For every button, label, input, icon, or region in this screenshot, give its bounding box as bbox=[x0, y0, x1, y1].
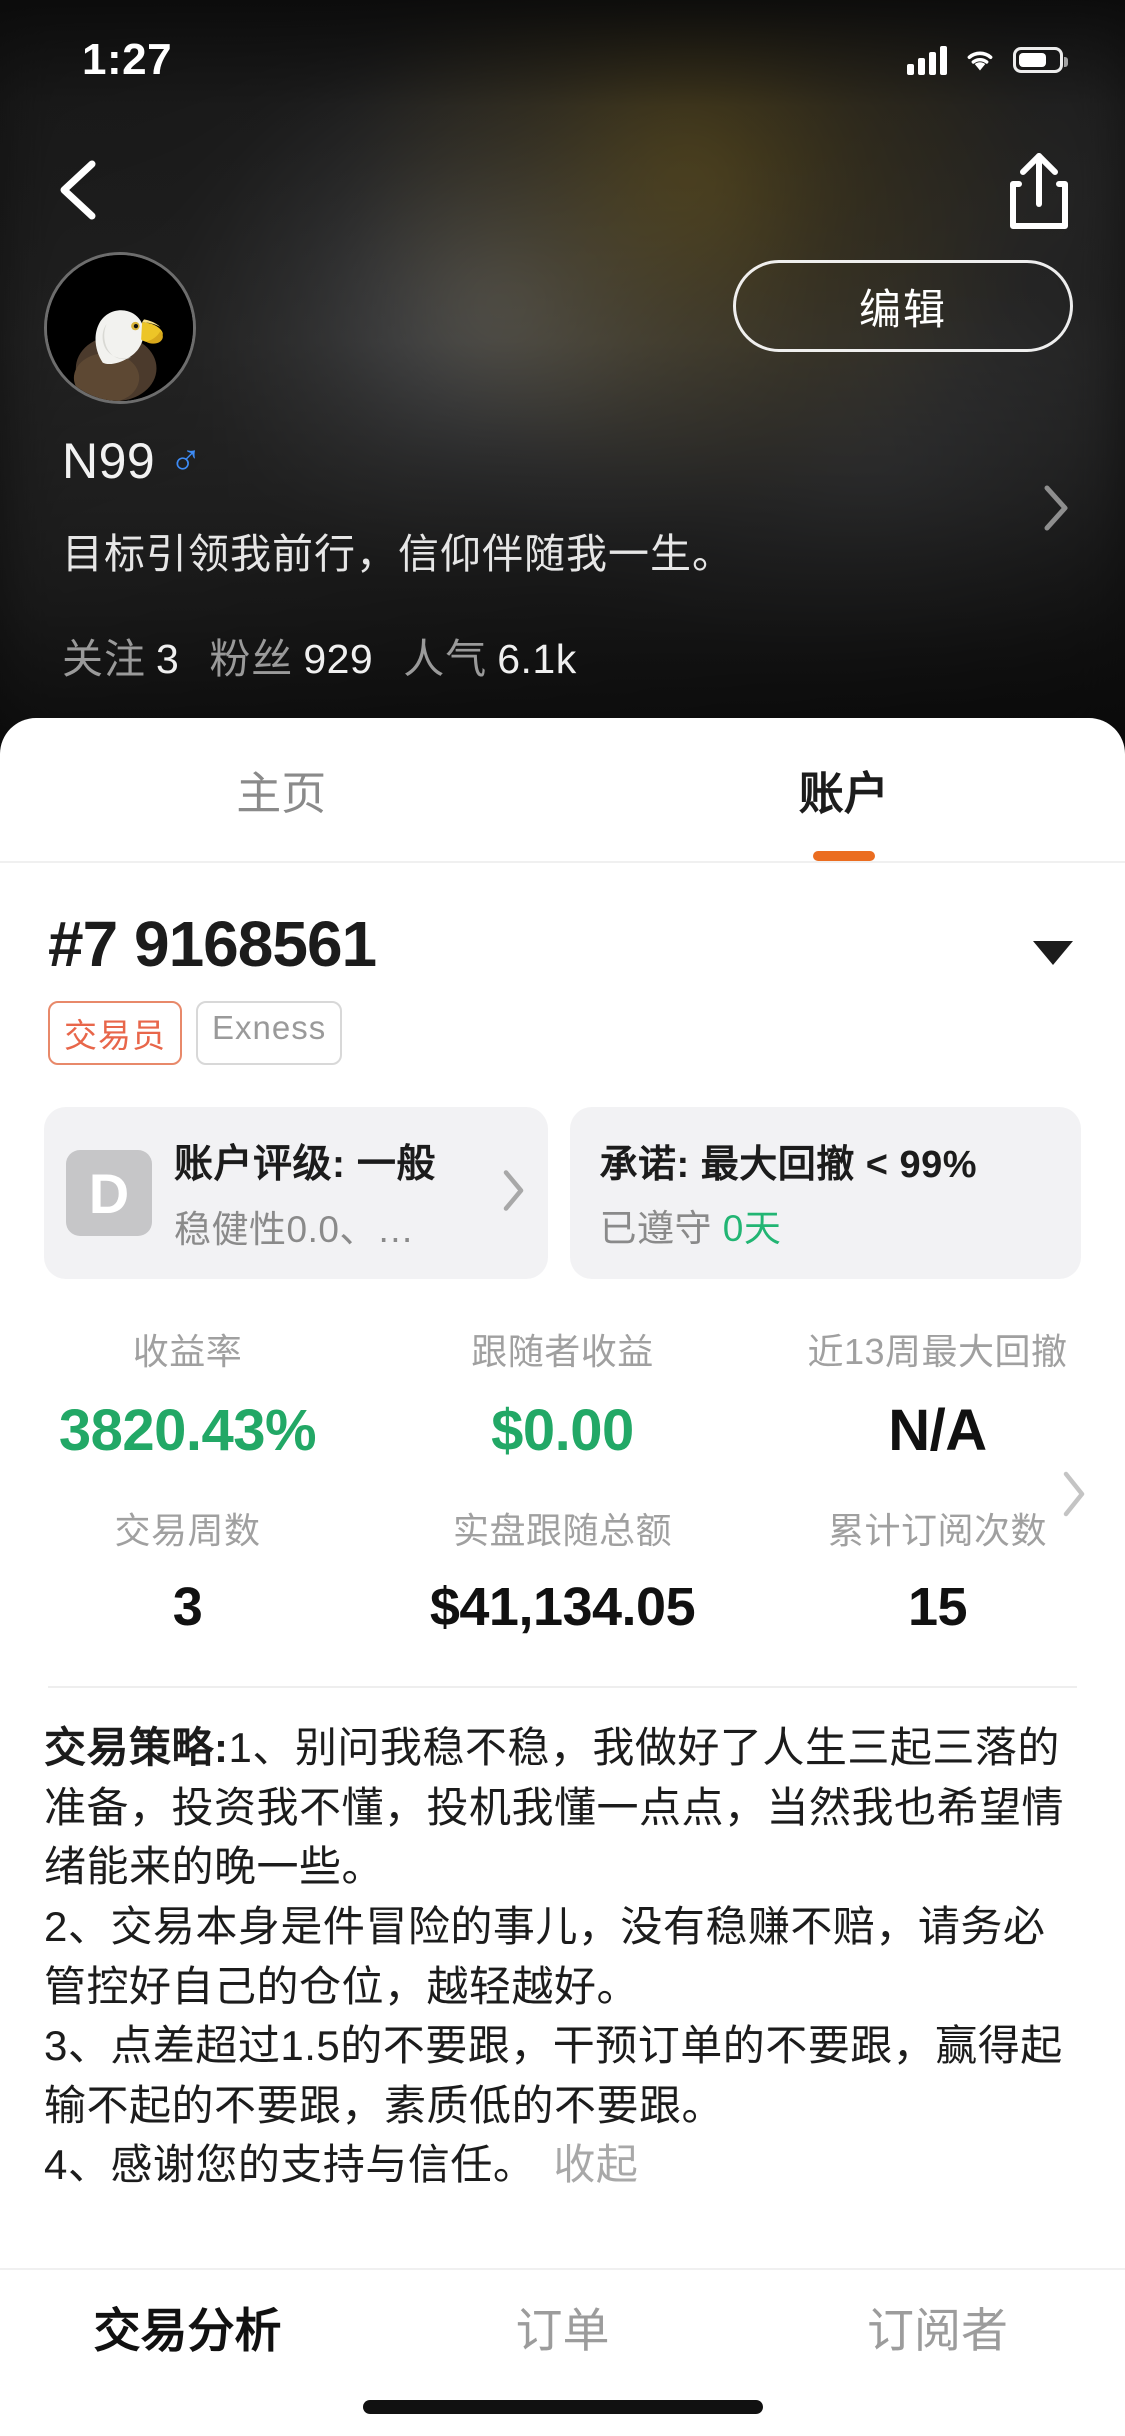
strategy-heading: 交易策略: bbox=[44, 1724, 229, 1771]
account-sheet: 主页 账户 #7 9168561 交易员 Exness D 账户评级: 一般 稳… bbox=[0, 718, 1125, 2436]
strategy-line-3: 3、点差超过1.5的不要跟，干预订单的不要跟，赢得起输不起的不要跟，素质低的不要… bbox=[44, 2022, 1063, 2129]
stat-value-popularity: 6.1k bbox=[497, 636, 577, 682]
metric-total-subscriptions-value: 15 bbox=[907, 1577, 968, 1637]
metric-max-drawdown-value: N/A bbox=[888, 1398, 987, 1463]
tab-home-label: 主页 bbox=[236, 768, 327, 819]
share-icon[interactable] bbox=[1001, 148, 1077, 234]
battery-icon bbox=[1013, 47, 1068, 73]
profile-screen: 1:27 编辑 N99 ♂ 目标引领我前行，信仰伴随我一生。 关注 3 粉丝 9… bbox=[0, 0, 1125, 2436]
profile-stats[interactable]: 关注 3 粉丝 929 人气 6.1k bbox=[62, 625, 577, 685]
account-cards: D 账户评级: 一般 稳健性0.0、… 承诺: 最大回撤 < 99% 已遵守 0… bbox=[0, 1065, 1125, 1279]
tab-home[interactable]: 主页 bbox=[0, 718, 563, 861]
account-metrics[interactable]: 收益率 3820.43% 跟随者收益 $0.00 近13周最大回撤 N/A 交易… bbox=[0, 1279, 1125, 1638]
back-chevron-icon[interactable] bbox=[40, 150, 120, 230]
profile-detail-chevron-icon[interactable] bbox=[1037, 482, 1073, 539]
badge-trader: 交易员 bbox=[48, 1001, 182, 1065]
account-badges: 交易员 Exness bbox=[48, 1001, 1077, 1065]
metric-total-follow-amount-value: $41,134.05 bbox=[429, 1577, 696, 1637]
gender-male-icon: ♂ bbox=[169, 436, 203, 485]
rating-card-text: 账户评级: 一般 稳健性0.0、… bbox=[174, 1133, 436, 1253]
metric-return-rate-value: 3820.43% bbox=[58, 1398, 317, 1463]
promise-card-days: 0天 bbox=[722, 1208, 782, 1249]
metrics-row-secondary: 交易周数 3 实盘跟随总额 $41,134.05 累计订阅次数 15 bbox=[0, 1502, 1125, 1638]
profile-bio: 目标引领我前行，信仰伴随我一生。 bbox=[62, 531, 734, 577]
home-indicator bbox=[362, 2400, 763, 2414]
content-tab-subscribers[interactable]: 订阅者 bbox=[750, 2270, 1125, 2436]
content-tab-subscribers-label: 订阅者 bbox=[867, 2304, 1008, 2357]
promise-card[interactable]: 承诺: 最大回撤 < 99% 已遵守 0天 bbox=[569, 1107, 1081, 1279]
account-number: #7 9168561 bbox=[48, 908, 377, 980]
tab-active-underline bbox=[812, 851, 875, 861]
status-icons bbox=[907, 45, 1068, 75]
cellular-bars-icon bbox=[907, 45, 947, 75]
promise-card-subtitle: 已遵守 0天 bbox=[600, 1198, 1056, 1252]
metric-follower-profit: 跟随者收益 $0.00 bbox=[375, 1323, 750, 1464]
wifi-icon bbox=[963, 46, 997, 74]
account-header: #7 9168561 交易员 Exness bbox=[0, 863, 1125, 1065]
tab-account-label: 账户 bbox=[798, 768, 889, 819]
metrics-chevron-right-icon[interactable] bbox=[1057, 1469, 1089, 1524]
metric-return-rate-label: 收益率 bbox=[132, 1331, 243, 1372]
promise-card-prefix: 已遵守 bbox=[599, 1208, 712, 1249]
username: N99 bbox=[62, 433, 156, 489]
stat-label-followers: 粉丝 bbox=[209, 636, 294, 682]
metric-max-drawdown: 近13周最大回撤 N/A bbox=[750, 1323, 1125, 1464]
content-tab-analysis-label: 交易分析 bbox=[93, 2304, 282, 2357]
sheet-tabs: 主页 账户 bbox=[0, 718, 1125, 863]
nav-row bbox=[0, 150, 1125, 240]
rating-card-subtitle: 稳健性0.0、… bbox=[174, 1209, 415, 1250]
metric-max-drawdown-label: 近13周最大回撤 bbox=[807, 1331, 1068, 1372]
status-bar: 1:27 bbox=[0, 0, 1125, 120]
username-row: N99 ♂ bbox=[62, 432, 202, 490]
metric-total-follow-amount: 实盘跟随总额 $41,134.05 bbox=[375, 1502, 750, 1638]
eagle-avatar bbox=[47, 255, 193, 401]
stat-label-following: 关注 bbox=[62, 636, 146, 682]
rating-grade-badge: D bbox=[66, 1150, 152, 1236]
strategy-line-4: 4、感谢您的支持与信任。 bbox=[44, 2141, 536, 2189]
metric-follower-profit-value: $0.00 bbox=[491, 1398, 634, 1463]
account-switcher-chevron-down-icon[interactable] bbox=[1033, 941, 1073, 965]
stat-label-popularity: 人气 bbox=[403, 636, 488, 682]
edit-profile-button[interactable]: 编辑 bbox=[733, 260, 1073, 352]
stat-value-following: 3 bbox=[156, 636, 180, 682]
metric-trading-weeks-label: 交易周数 bbox=[114, 1510, 261, 1551]
content-tab-orders-label: 订单 bbox=[515, 2304, 610, 2357]
content-tab-analysis[interactable]: 交易分析 bbox=[0, 2270, 375, 2436]
metric-trading-weeks-value: 3 bbox=[172, 1577, 203, 1637]
strategy-collapse-link[interactable]: 收起 bbox=[553, 2141, 638, 2188]
metric-total-follow-amount-label: 实盘跟随总额 bbox=[452, 1510, 672, 1551]
tab-account[interactable]: 账户 bbox=[563, 718, 1125, 861]
rating-card[interactable]: D 账户评级: 一般 稳健性0.0、… bbox=[44, 1107, 548, 1279]
metric-return-rate: 收益率 3820.43% bbox=[0, 1323, 375, 1464]
rating-card-chevron-right-icon bbox=[498, 1168, 528, 1219]
metric-follower-profit-label: 跟随者收益 bbox=[471, 1331, 654, 1372]
stat-value-followers: 929 bbox=[303, 636, 374, 682]
metrics-row-primary: 收益率 3820.43% 跟随者收益 $0.00 近13周最大回撤 N/A bbox=[0, 1323, 1125, 1464]
status-time: 1:27 bbox=[82, 35, 173, 84]
strategy-line-2: 2、交易本身是件冒险的事儿，没有稳赚不赔，请务必管控好自己的仓位，越轻越好。 bbox=[44, 1902, 1046, 2010]
promise-card-title: 承诺: 最大回撤 < 99% bbox=[599, 1144, 978, 1186]
badge-broker: Exness bbox=[196, 1001, 343, 1065]
metric-trading-weeks: 交易周数 3 bbox=[0, 1502, 375, 1638]
rating-card-title: 账户评级: 一般 bbox=[174, 1143, 436, 1186]
avatar[interactable] bbox=[44, 252, 196, 404]
strategy-description: 交易策略:1、别问我稳不稳，我做好了人生三起三落的准备，投资我不懂，投机我懂一点… bbox=[0, 1688, 1125, 2195]
